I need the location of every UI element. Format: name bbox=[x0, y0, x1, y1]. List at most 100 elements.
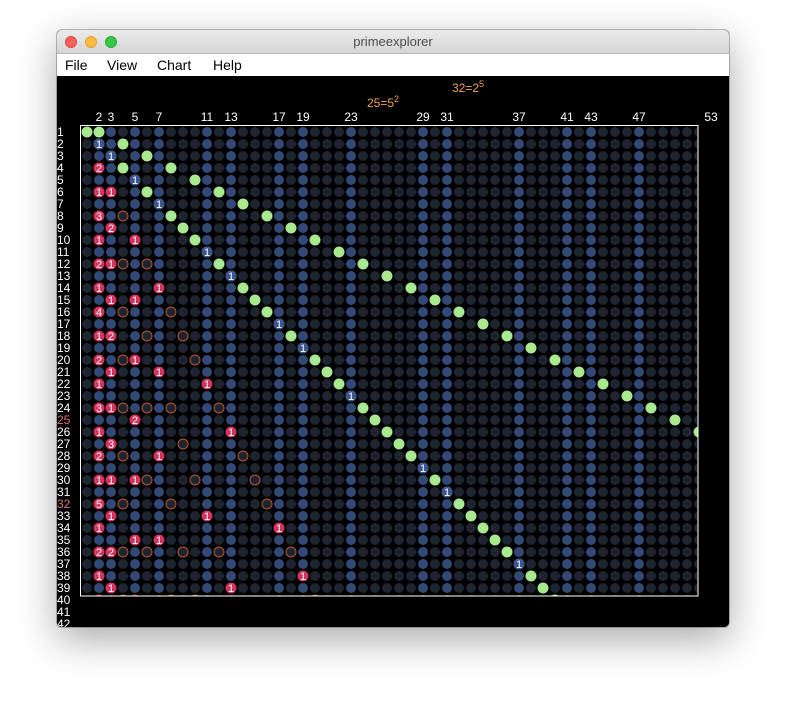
column-dot bbox=[238, 439, 248, 449]
column-dot bbox=[646, 247, 656, 257]
menu-help[interactable]: Help bbox=[213, 57, 242, 73]
column-dot bbox=[634, 403, 644, 413]
column-dot bbox=[634, 235, 644, 245]
menu-chart[interactable]: Chart bbox=[157, 57, 191, 73]
column-dot bbox=[202, 523, 212, 533]
column-dot bbox=[250, 583, 260, 593]
column-dot bbox=[418, 199, 428, 209]
column-dot bbox=[334, 343, 344, 353]
column-dot bbox=[394, 463, 404, 473]
column-dot bbox=[334, 319, 344, 329]
column-dot bbox=[574, 211, 584, 221]
factor-exponent: 3 bbox=[108, 439, 114, 451]
column-dot bbox=[610, 271, 620, 281]
column-dot bbox=[706, 295, 716, 305]
column-dot bbox=[346, 559, 356, 569]
column-dot bbox=[454, 427, 464, 437]
column-dot bbox=[346, 235, 356, 245]
column-dot bbox=[670, 259, 680, 269]
column-dot bbox=[538, 343, 548, 353]
column-dot bbox=[82, 271, 92, 281]
column-dot bbox=[310, 535, 320, 545]
column-dot bbox=[598, 559, 608, 569]
column-dot bbox=[622, 235, 632, 245]
column-dot bbox=[322, 559, 332, 569]
double-diagonal-marker bbox=[429, 294, 441, 306]
column-dot bbox=[226, 343, 236, 353]
column-dot bbox=[322, 211, 332, 221]
column-dot bbox=[226, 487, 236, 497]
column-dot bbox=[334, 163, 344, 173]
prime-chart[interactable]: 111111111111121 1321 12 11 11 141 22 11 11 13 121 1… bbox=[57, 76, 729, 627]
column-dot bbox=[574, 259, 584, 269]
column-dot bbox=[706, 559, 716, 569]
column-dot bbox=[502, 463, 512, 473]
column-dot bbox=[706, 391, 716, 401]
column-dot bbox=[214, 283, 224, 293]
column-dot bbox=[454, 391, 464, 401]
column-dot bbox=[610, 391, 620, 401]
column-dot bbox=[238, 583, 248, 593]
column-dot bbox=[130, 427, 140, 437]
column-dot bbox=[454, 511, 464, 521]
column-dot bbox=[154, 559, 164, 569]
prime-chart-canvas[interactable]: 1111111111111211321121111141221111131211… bbox=[57, 76, 729, 627]
column-dot bbox=[430, 499, 440, 509]
menu-view[interactable]: View bbox=[107, 57, 137, 73]
column-dot bbox=[214, 559, 224, 569]
column-dot bbox=[394, 343, 404, 353]
column-dot bbox=[358, 235, 368, 245]
column-dot bbox=[346, 259, 356, 269]
column-dot bbox=[226, 151, 236, 161]
column-dot bbox=[370, 187, 380, 197]
column-dot bbox=[118, 511, 128, 521]
column-dot bbox=[670, 211, 680, 221]
column-dot bbox=[562, 199, 572, 209]
column-dot bbox=[418, 511, 428, 521]
column-dot bbox=[286, 283, 296, 293]
title-bar[interactable]: primeexplorer bbox=[57, 30, 729, 54]
column-dot bbox=[550, 607, 560, 617]
column-dot bbox=[346, 367, 356, 377]
column-dot bbox=[394, 259, 404, 269]
column-dot bbox=[442, 403, 452, 413]
column-dot bbox=[490, 259, 500, 269]
column-dot bbox=[382, 523, 392, 533]
column-dot bbox=[502, 571, 512, 581]
column-dot bbox=[634, 163, 644, 173]
column-dot bbox=[598, 259, 608, 269]
column-dot bbox=[190, 163, 200, 173]
column-dot bbox=[670, 607, 680, 617]
column-dot bbox=[130, 187, 140, 197]
prime-self-label: 1 bbox=[276, 319, 282, 331]
column-dot bbox=[646, 583, 656, 593]
column-dot bbox=[346, 403, 356, 413]
column-dot bbox=[550, 151, 560, 161]
column-dot bbox=[226, 319, 236, 329]
column-dot bbox=[706, 331, 716, 341]
column-dot bbox=[610, 571, 620, 581]
column-dot bbox=[178, 271, 188, 281]
column-dot bbox=[490, 235, 500, 245]
column-dot bbox=[118, 463, 128, 473]
column-dot bbox=[406, 163, 416, 173]
column-dot bbox=[334, 427, 344, 437]
column-dot bbox=[682, 367, 692, 377]
column-dot bbox=[718, 175, 728, 185]
column-dot bbox=[718, 355, 728, 365]
column-dot bbox=[610, 259, 620, 269]
column-dot bbox=[322, 571, 332, 581]
column-dot bbox=[250, 547, 260, 557]
column-dot bbox=[586, 163, 596, 173]
column-dot bbox=[346, 523, 356, 533]
column-dot bbox=[214, 487, 224, 497]
factor-exponent: 2 bbox=[96, 163, 102, 175]
menu-file[interactable]: File bbox=[65, 57, 88, 73]
column-dot bbox=[358, 367, 368, 377]
column-dot bbox=[262, 559, 272, 569]
prime-column-label: 47 bbox=[632, 110, 646, 124]
column-dot bbox=[514, 187, 524, 197]
column-dot bbox=[298, 127, 308, 137]
column-dot bbox=[718, 307, 728, 317]
column-dot bbox=[142, 463, 152, 473]
